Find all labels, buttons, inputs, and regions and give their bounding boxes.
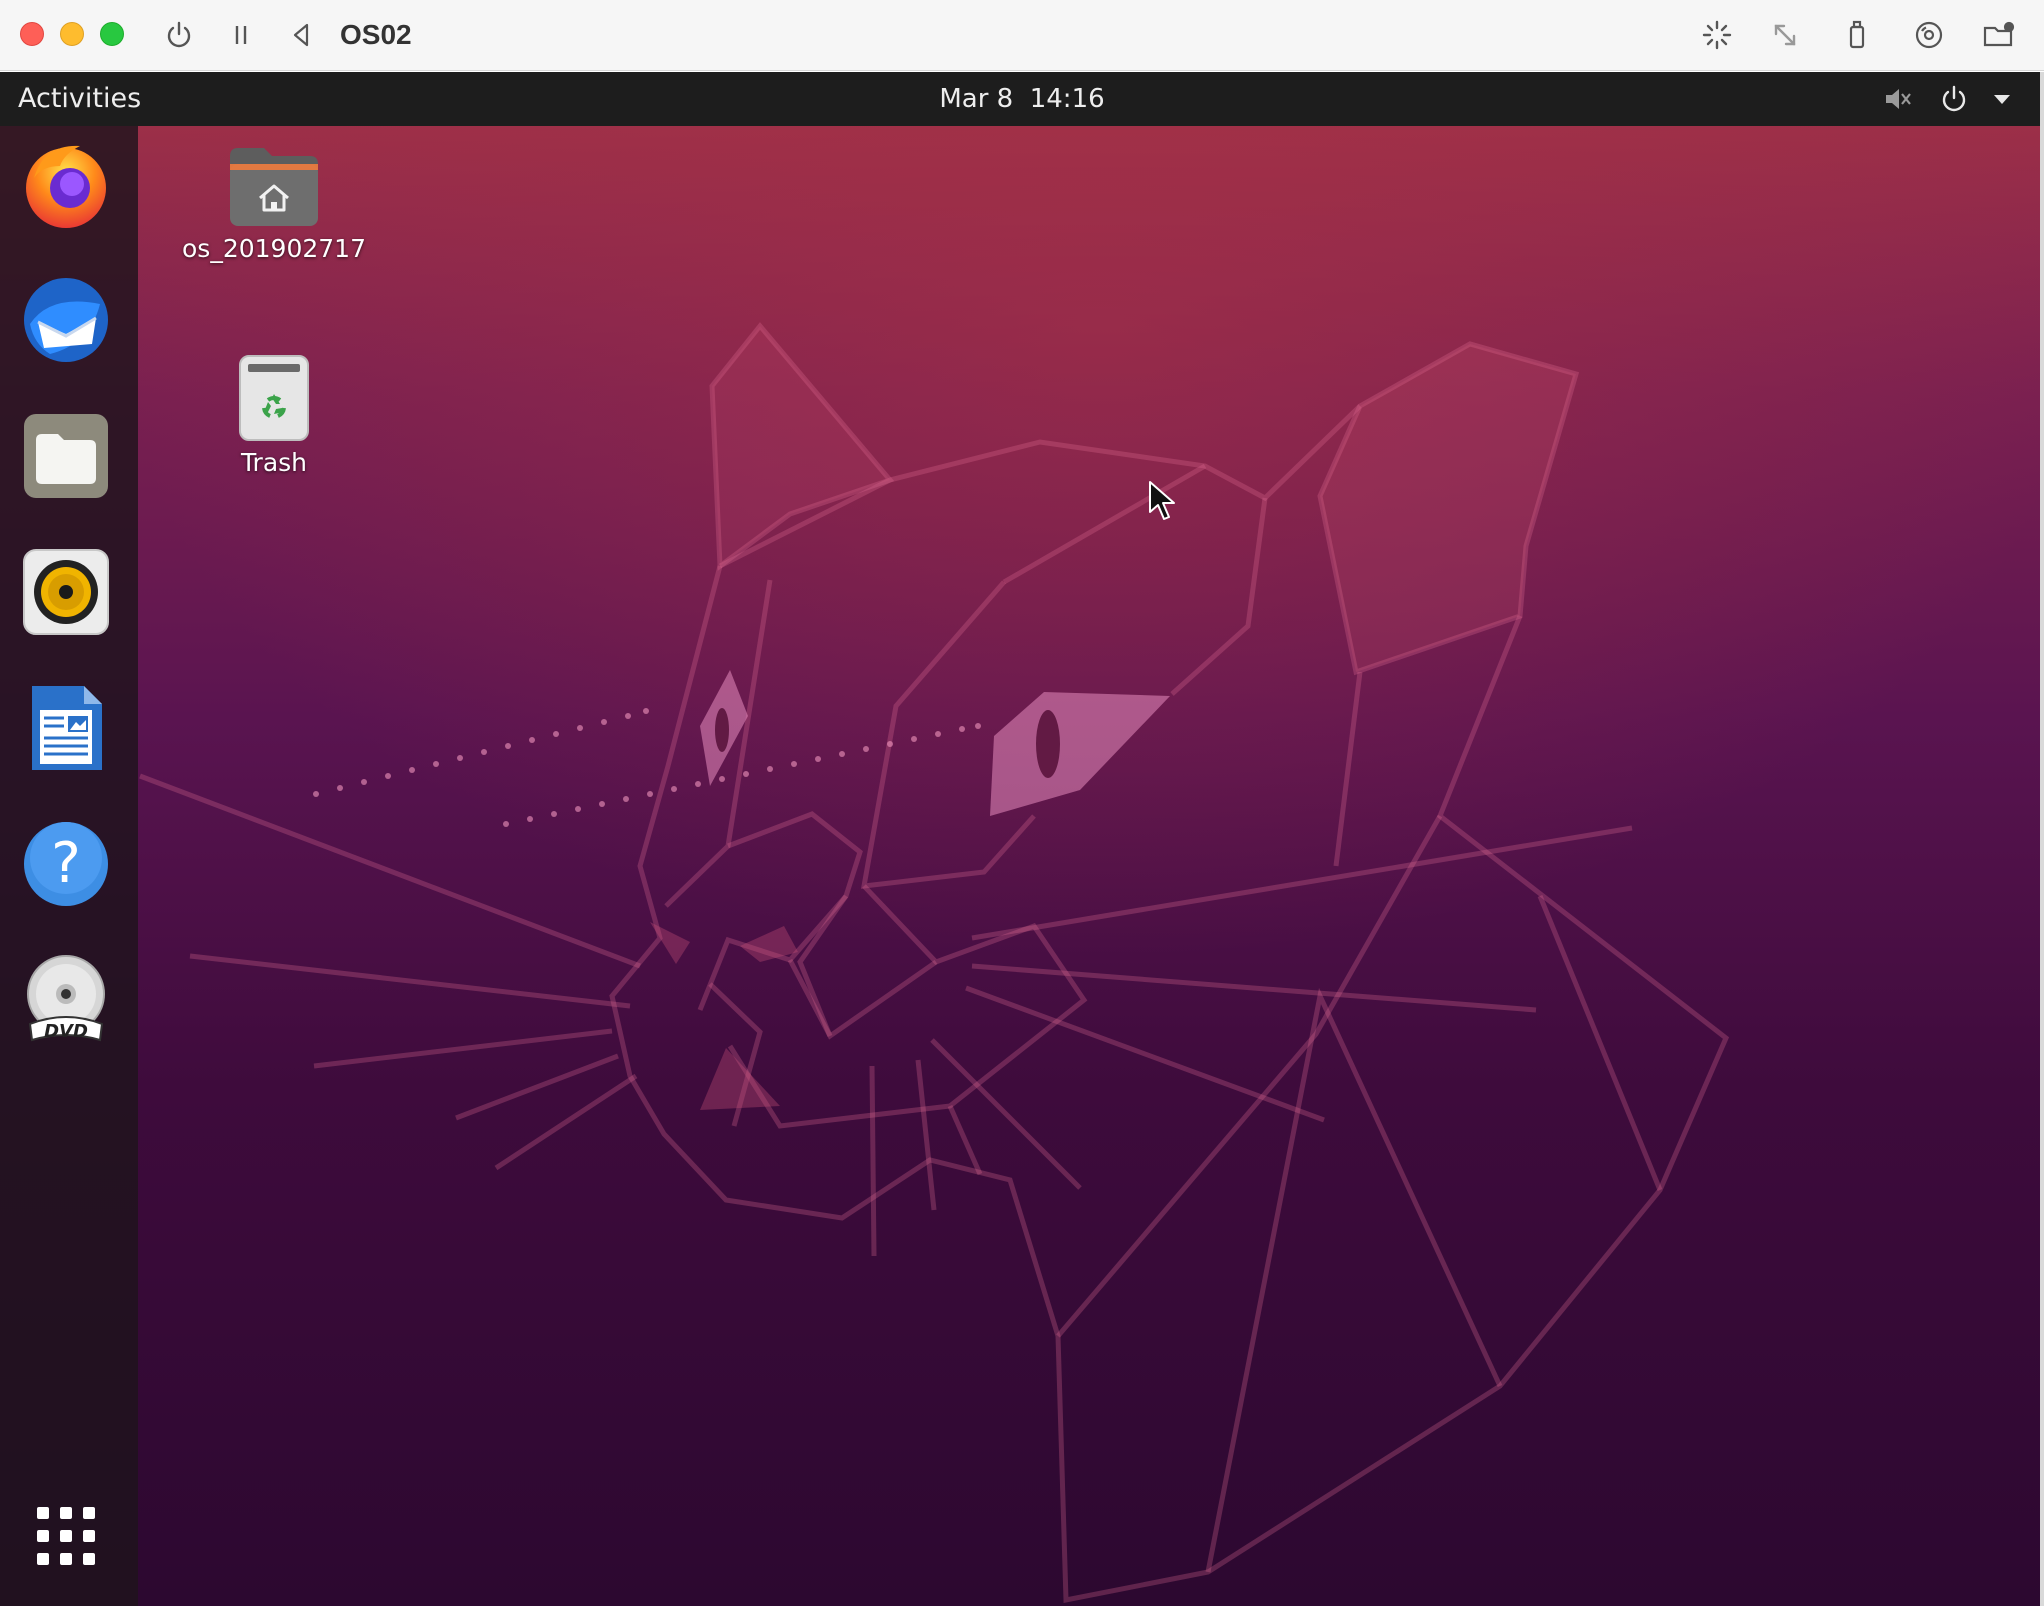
clock-button[interactable]: Mar 8 14:16 bbox=[939, 84, 1104, 114]
app-grid-icon bbox=[37, 1507, 95, 1565]
desktop-background[interactable]: os_201902717 Trash bbox=[0, 126, 2044, 1606]
dock-item-firefox[interactable] bbox=[18, 136, 114, 232]
trash-icon bbox=[234, 352, 314, 442]
window-close-button[interactable] bbox=[20, 22, 44, 46]
vm-window-titlebar: OS02 bbox=[0, 0, 2044, 71]
power-icon[interactable] bbox=[160, 16, 198, 54]
dock-item-libreoffice-writer[interactable] bbox=[18, 680, 114, 776]
gnome-top-bar: Activities Mar 8 14:16 bbox=[0, 72, 2044, 126]
vm-title: OS02 bbox=[340, 19, 412, 50]
dropdown-arrow-icon[interactable] bbox=[1984, 81, 2020, 117]
dock-item-help[interactable]: ? bbox=[18, 816, 114, 912]
disc-icon[interactable] bbox=[1910, 16, 1948, 54]
mouse-cursor-icon bbox=[1149, 481, 1175, 520]
resize-icon[interactable] bbox=[1766, 16, 1804, 54]
writer-icon bbox=[32, 686, 102, 770]
desktop-icon-label: os_201902717 bbox=[182, 234, 366, 263]
rhythmbox-icon bbox=[23, 549, 109, 635]
show-applications-button[interactable] bbox=[18, 1488, 114, 1584]
volume-muted-icon[interactable] bbox=[1880, 81, 1916, 117]
desktop-icon-trash[interactable]: Trash bbox=[174, 352, 374, 477]
window-border bbox=[2040, 72, 2044, 1606]
usb-icon[interactable] bbox=[1838, 16, 1876, 54]
dock: ? DVD bbox=[0, 126, 138, 1606]
dock-item-thunderbird[interactable] bbox=[18, 272, 114, 368]
pause-icon[interactable] bbox=[222, 16, 260, 54]
power-icon[interactable] bbox=[1936, 81, 1972, 117]
loading-icon[interactable] bbox=[1698, 16, 1736, 54]
dock-item-rhythmbox[interactable] bbox=[18, 544, 114, 640]
svg-text:DVD: DVD bbox=[44, 1021, 88, 1042]
window-minimize-button[interactable] bbox=[60, 22, 84, 46]
window-maximize-button[interactable] bbox=[100, 22, 124, 46]
shared-folder-icon[interactable] bbox=[1980, 16, 2018, 54]
firefox-icon bbox=[26, 145, 106, 228]
dvd-icon: DVD bbox=[27, 955, 105, 1042]
files-icon bbox=[24, 414, 108, 498]
svg-text:?: ? bbox=[51, 831, 81, 896]
desktop-icon-label: Trash bbox=[240, 448, 308, 477]
home-folder-icon bbox=[226, 144, 322, 228]
activities-button[interactable]: Activities bbox=[18, 72, 141, 126]
guest-desktop: os_201902717 Trash Activities Mar 8 14:1… bbox=[0, 72, 2044, 1606]
wallpaper-artwork bbox=[139, 322, 1730, 1604]
back-icon[interactable] bbox=[282, 16, 320, 54]
thunderbird-icon bbox=[24, 278, 108, 362]
dock-item-files[interactable] bbox=[18, 408, 114, 504]
desktop-icon-home[interactable]: os_201902717 bbox=[174, 144, 374, 263]
help-icon: ? bbox=[24, 822, 108, 906]
dock-item-dvd[interactable]: DVD bbox=[18, 952, 114, 1048]
